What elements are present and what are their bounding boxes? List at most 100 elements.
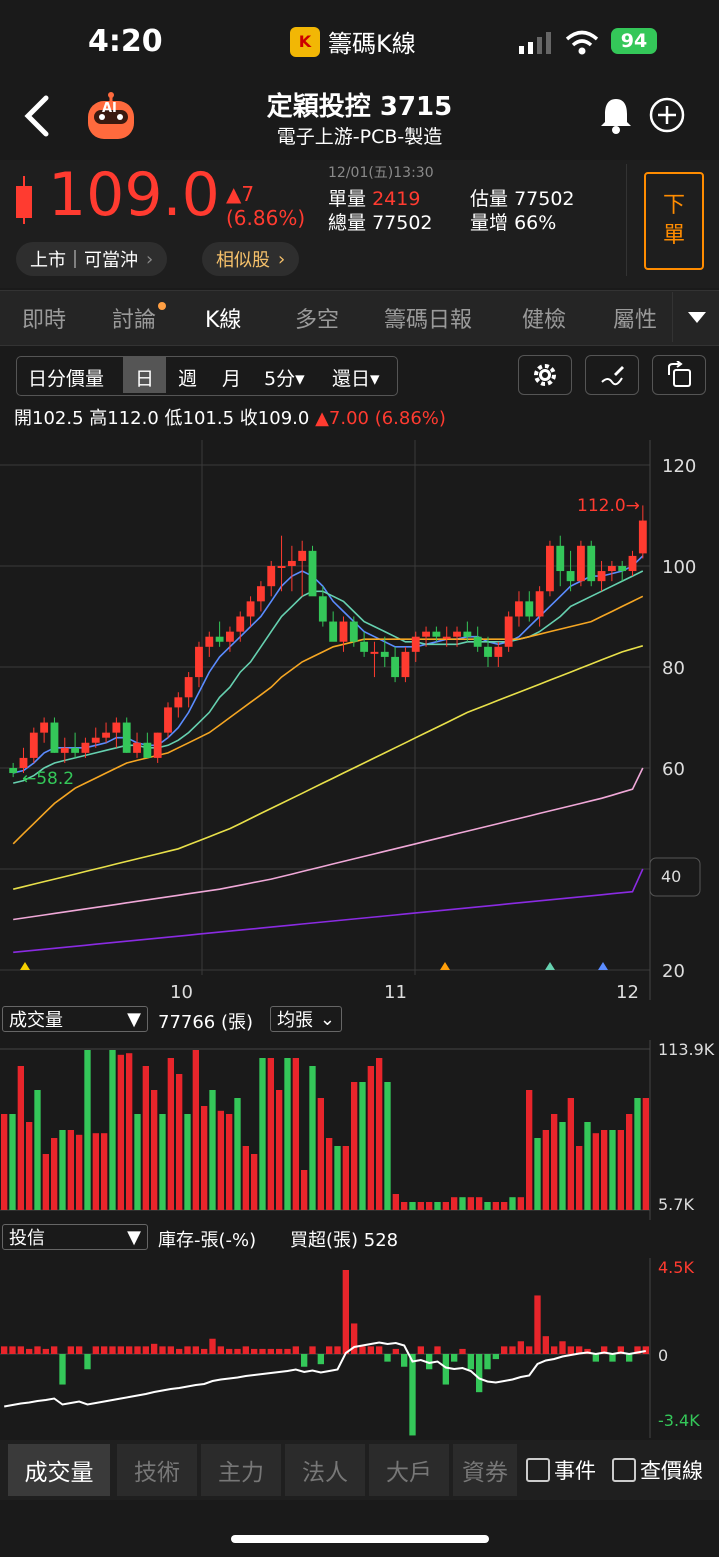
volume-bar xyxy=(26,1122,33,1210)
institution-bar xyxy=(376,1346,383,1354)
institution-bar xyxy=(517,1341,524,1354)
institution-bar xyxy=(201,1348,208,1354)
candle-body xyxy=(195,646,203,678)
institution-bar xyxy=(76,1346,83,1354)
similar-stocks-pill[interactable]: 相似股 › xyxy=(202,242,300,276)
market-pill[interactable]: 上市｜可當沖 › xyxy=(16,242,168,276)
btab-volume[interactable]: 成交量 xyxy=(8,1444,110,1496)
candle-body xyxy=(422,631,430,637)
tab-discussion[interactable]: 討論 xyxy=(112,302,167,334)
volume-bar xyxy=(226,1114,233,1210)
institution-bar xyxy=(342,1270,349,1354)
signal-icon xyxy=(519,32,551,54)
institution-bar xyxy=(492,1354,499,1360)
candle-body xyxy=(494,646,503,657)
tab-kline[interactable]: K線 xyxy=(205,302,241,334)
institution-bar xyxy=(334,1346,341,1354)
kline-chart[interactable]: 120 100 80 60 20 10 11 12 112.0→ ←58.2 40 xyxy=(0,440,719,1000)
institution-bar xyxy=(151,1343,158,1354)
checkbox-icon xyxy=(526,1458,550,1482)
app-title: K 籌碼K線 xyxy=(290,24,416,59)
tab-health[interactable]: 健檢 xyxy=(522,302,566,334)
events-checkbox[interactable]: 事件 xyxy=(526,1455,596,1485)
btab-technical[interactable]: 技術 xyxy=(117,1444,197,1496)
candle-body xyxy=(546,545,554,592)
period-week[interactable]: 週 xyxy=(178,364,197,391)
candle-body xyxy=(184,677,193,698)
rotate-button[interactable] xyxy=(652,355,706,395)
institution-bar xyxy=(159,1346,166,1354)
volume-bar xyxy=(126,1053,133,1210)
candle-body xyxy=(246,601,255,617)
candle-body xyxy=(339,621,348,642)
period-adjust[interactable]: 還日▾ xyxy=(332,364,380,391)
institution-bar xyxy=(34,1346,41,1354)
volume-header: 成交量 ▼ 77766 (張) 均張 ⌄ xyxy=(0,1002,719,1036)
btab-institutional[interactable]: 法人 xyxy=(285,1444,365,1496)
institution-bar xyxy=(551,1346,558,1354)
volume-bar xyxy=(142,1066,149,1210)
period-day[interactable]: 日 xyxy=(135,364,154,391)
candle-body xyxy=(349,621,358,642)
btab-major-holders[interactable]: 大戶 xyxy=(369,1444,449,1496)
status-time: 4:20 xyxy=(88,24,163,59)
candle-body xyxy=(453,631,461,637)
volume-bar xyxy=(409,1202,416,1210)
institution-indicator-select[interactable]: 投信 ▼ xyxy=(2,1224,148,1250)
event-marker xyxy=(598,962,608,970)
period-intraday[interactable]: 日分價量 xyxy=(28,364,104,391)
settings-button[interactable] xyxy=(518,355,572,395)
candle-body xyxy=(164,707,172,733)
volume-bar xyxy=(167,1058,174,1210)
add-icon[interactable] xyxy=(648,96,686,134)
btab-margin[interactable]: 資券 xyxy=(453,1444,517,1496)
volume-bar xyxy=(159,1114,166,1210)
volume-bar xyxy=(84,1050,91,1210)
candle-body xyxy=(576,545,585,582)
tab-realtime[interactable]: 即時 xyxy=(22,302,66,334)
volume-bar xyxy=(376,1058,383,1210)
app-logo-icon: K xyxy=(290,26,320,57)
volume-bar xyxy=(242,1146,249,1210)
period-month[interactable]: 月 xyxy=(222,364,241,391)
candle-body xyxy=(329,621,338,642)
tab-chip-report[interactable]: 籌碼日報 xyxy=(384,302,472,334)
tab-attributes[interactable]: 屬性 xyxy=(613,302,657,334)
candle-body xyxy=(401,651,410,678)
institution-bar xyxy=(176,1348,183,1354)
divider xyxy=(626,164,627,276)
inventory-line xyxy=(4,1341,646,1408)
btab-main-force[interactable]: 主力 xyxy=(201,1444,281,1496)
volume-max-label: 113.9K xyxy=(658,1040,715,1059)
candle-body xyxy=(267,566,276,587)
tabs-more-button[interactable] xyxy=(672,292,719,342)
institution-bar xyxy=(459,1348,466,1354)
volume-bar xyxy=(234,1098,241,1210)
volume-bar xyxy=(459,1197,466,1210)
price-line-checkbox[interactable]: 查價線 xyxy=(612,1455,703,1485)
tab-long-short[interactable]: 多空 xyxy=(295,302,339,334)
draw-button[interactable] xyxy=(585,355,639,395)
candle-body xyxy=(628,555,637,572)
volume-value: 77766 (張) xyxy=(158,1012,254,1033)
candle-body xyxy=(587,545,596,582)
volume-bar xyxy=(384,1082,391,1210)
checkbox-icon xyxy=(612,1458,636,1482)
ma-line xyxy=(13,570,644,784)
volume-mode-select[interactable]: 均張 ⌄ xyxy=(270,1006,342,1032)
high-marker: 112.0→ xyxy=(577,496,640,516)
volume-bar xyxy=(342,1146,349,1210)
volume-bar xyxy=(542,1130,549,1210)
volume-bar xyxy=(567,1098,574,1210)
institution-zero-label: 0 xyxy=(658,1346,668,1365)
order-button[interactable]: 下單 xyxy=(644,172,704,270)
bell-icon[interactable] xyxy=(598,96,634,134)
institution-bar xyxy=(417,1346,424,1354)
institution-bar xyxy=(476,1354,483,1393)
volume-bar xyxy=(592,1133,599,1210)
ma-line xyxy=(13,868,644,954)
volume-bar xyxy=(92,1133,99,1210)
volume-indicator-select[interactable]: 成交量 ▼ xyxy=(2,1006,148,1032)
period-5min[interactable]: 5分▾ xyxy=(264,364,305,391)
ma-line xyxy=(12,595,644,845)
